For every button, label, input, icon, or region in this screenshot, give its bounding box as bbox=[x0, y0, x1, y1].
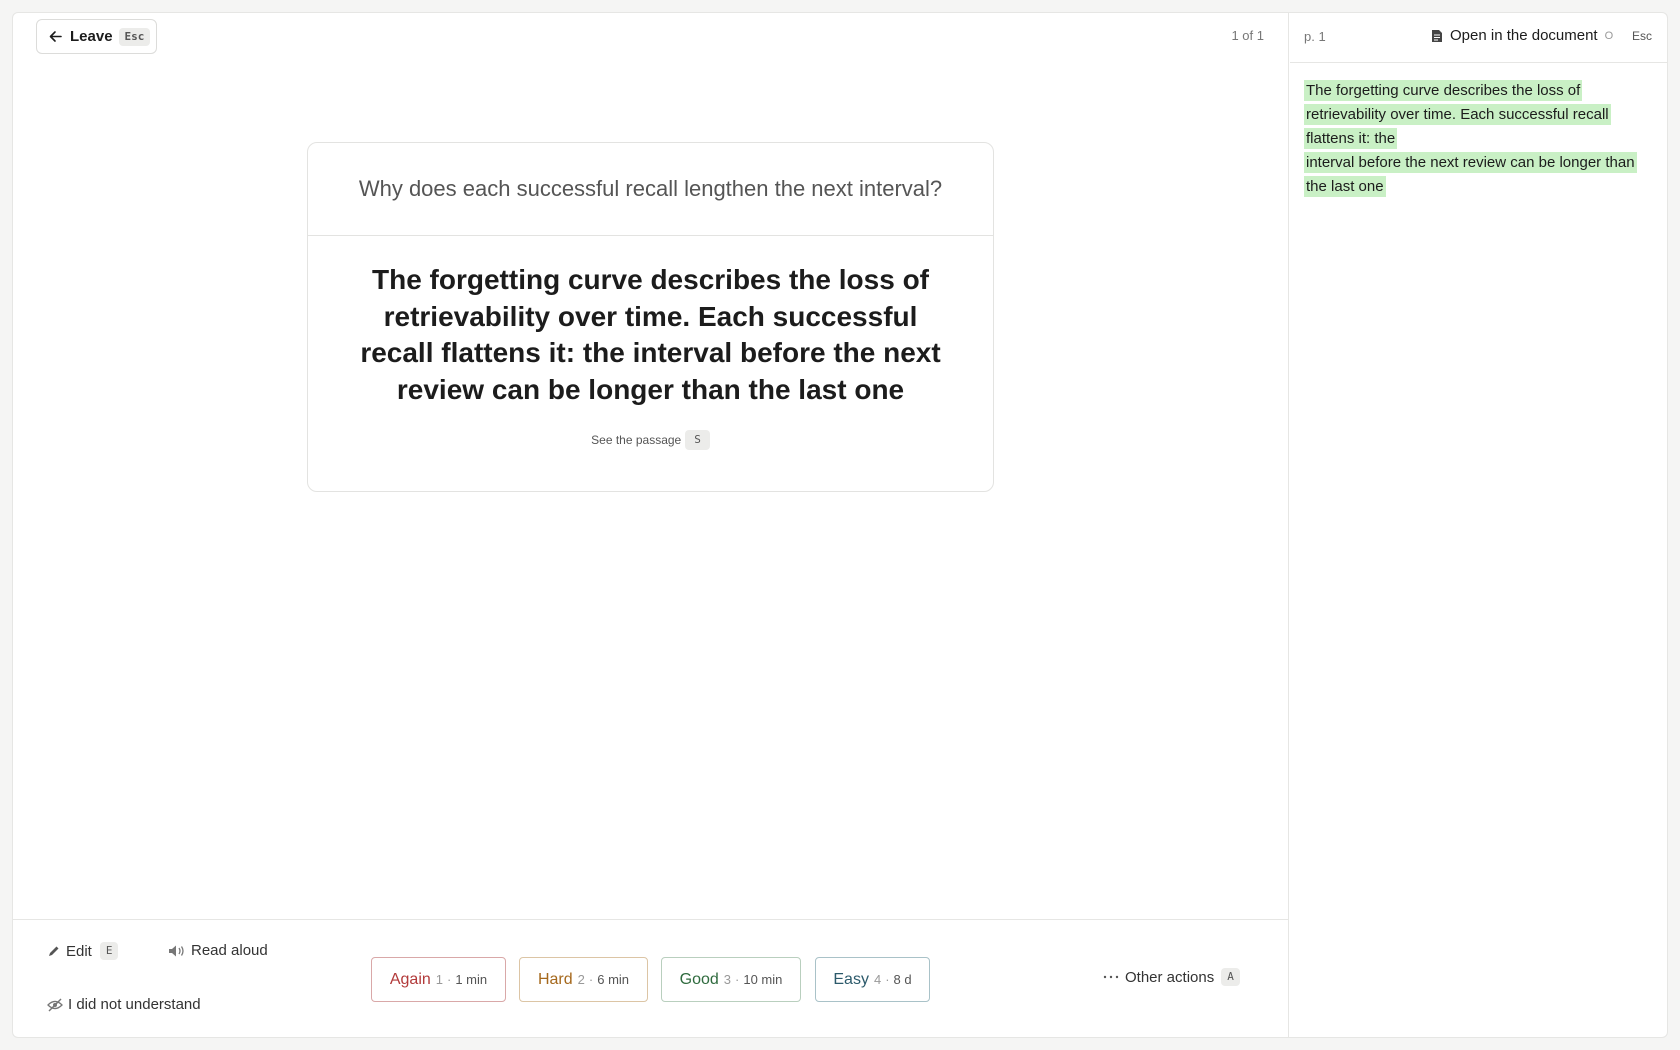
edit-label: Edit bbox=[66, 942, 92, 960]
leave-label: Leave bbox=[70, 28, 113, 45]
rate-easy-button[interactable]: Easy 4 · 8 d bbox=[815, 957, 930, 1002]
card-counter: 1 of 1 bbox=[1231, 28, 1264, 43]
rate-label: Easy bbox=[833, 970, 869, 988]
ellipsis-icon bbox=[1103, 975, 1119, 979]
open-in-document-shortcut: O bbox=[1604, 29, 1614, 42]
other-actions-button[interactable]: Other actions A bbox=[1102, 968, 1240, 986]
speaker-icon bbox=[169, 945, 184, 956]
rate-interval: 10 min bbox=[743, 972, 783, 987]
review-pane: Leave Esc 1 of 1 Why does each successfu… bbox=[13, 13, 1289, 1037]
rate-shortcut: 4 bbox=[873, 972, 882, 987]
rate-interval: 8 d bbox=[893, 972, 912, 987]
read-aloud-button[interactable]: Read aloud bbox=[168, 942, 268, 959]
see-passage-shortcut: S bbox=[685, 430, 710, 450]
read-aloud-label: Read aloud bbox=[191, 942, 268, 959]
page-number: p. 1 bbox=[1304, 29, 1326, 44]
card-answer: The forgetting curve describes the loss … bbox=[360, 264, 941, 405]
source-panel-header: p. 1 Open in the document O Esc bbox=[1290, 13, 1667, 63]
rate-label: Again bbox=[389, 970, 431, 988]
arrow-left-icon bbox=[49, 31, 62, 42]
passage-line: The forgetting curve describes the loss … bbox=[1304, 80, 1611, 149]
open-in-document-button[interactable]: Open in the document O bbox=[1431, 27, 1613, 44]
rate-good-button[interactable]: Good 3 · 10 min bbox=[661, 957, 801, 1002]
rate-separator: · bbox=[588, 972, 594, 987]
bottom-toolbar: Edit E Read aloud I did not understand A… bbox=[13, 919, 1289, 1037]
see-passage-button[interactable]: See the passage S bbox=[308, 430, 993, 450]
see-passage-label: See the passage bbox=[591, 433, 682, 447]
rate-label: Hard bbox=[537, 970, 573, 988]
rate-separator: · bbox=[447, 972, 452, 987]
other-actions-shortcut: A bbox=[1221, 968, 1240, 986]
card-question: Why does each successful recall lengthen… bbox=[308, 143, 993, 236]
source-panel: p. 1 Open in the document O Esc The forg… bbox=[1290, 13, 1667, 1037]
rate-hard-button[interactable]: Hard 2 · 6 min bbox=[519, 957, 648, 1002]
eye-off-icon bbox=[47, 998, 63, 1011]
rate-again-button[interactable]: Again 1 · 1 min bbox=[371, 957, 506, 1002]
pencil-icon bbox=[49, 946, 59, 956]
other-actions-label: Other actions bbox=[1125, 968, 1215, 986]
rate-label: Good bbox=[679, 970, 719, 988]
not-understand-button[interactable]: I did not understand bbox=[47, 996, 201, 1013]
flashcard: Why does each successful recall lengthen… bbox=[307, 142, 994, 492]
leave-shortcut: Esc bbox=[118, 27, 151, 46]
close-panel-button[interactable]: Esc bbox=[1632, 29, 1652, 43]
leave-button[interactable]: Leave Esc bbox=[36, 19, 157, 54]
not-understand-label: I did not understand bbox=[68, 996, 201, 1013]
rate-separator: · bbox=[885, 972, 890, 987]
edit-shortcut: E bbox=[99, 942, 119, 960]
rate-shortcut: 3 bbox=[723, 972, 731, 987]
open-in-document-label: Open in the document bbox=[1450, 27, 1598, 44]
highlighted-passage: The forgetting curve describes the loss … bbox=[1304, 79, 1656, 199]
rate-interval: 6 min bbox=[597, 972, 630, 987]
rate-separator: · bbox=[735, 972, 740, 987]
passage-line: interval before the next review can be l… bbox=[1304, 152, 1637, 197]
app-window: Leave Esc 1 of 1 Why does each successfu… bbox=[12, 12, 1668, 1038]
edit-button[interactable]: Edit E bbox=[47, 942, 119, 960]
rate-shortcut: 1 bbox=[435, 972, 443, 987]
rate-shortcut: 2 bbox=[577, 972, 585, 987]
document-icon bbox=[1432, 29, 1442, 42]
rate-interval: 1 min bbox=[455, 972, 488, 987]
